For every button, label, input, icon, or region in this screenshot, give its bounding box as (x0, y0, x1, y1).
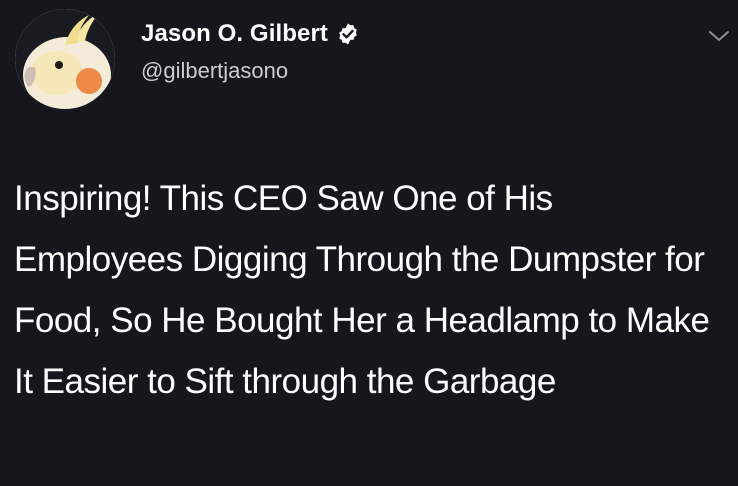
cockatiel-avatar-icon (15, 9, 115, 109)
author-display-name[interactable]: Jason O. Gilbert (141, 20, 328, 48)
verified-badge-icon (339, 23, 357, 45)
tweet-card: Jason O. Gilbert @gilbertjasono Inspirin… (0, 0, 738, 486)
author-avatar[interactable] (15, 9, 115, 109)
author-handle[interactable]: @gilbertjasono (141, 58, 288, 84)
author-name-row: Jason O. Gilbert (141, 19, 360, 49)
chevron-down-icon[interactable] (708, 28, 730, 44)
tweet-body-text: Inspiring! This CEO Saw One of His Emplo… (14, 179, 710, 401)
